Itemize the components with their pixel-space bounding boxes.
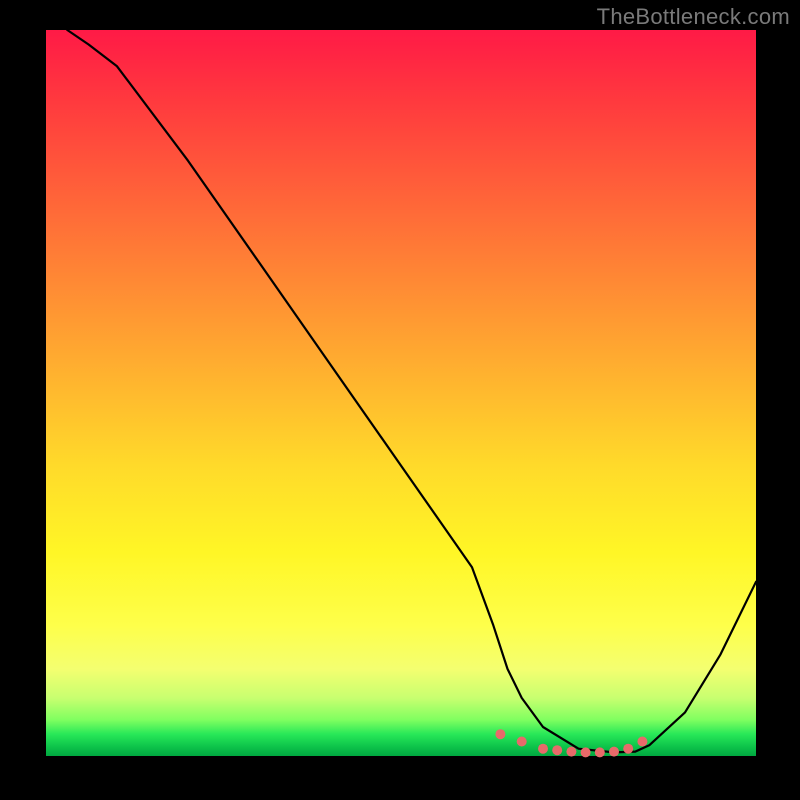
highlight-dot bbox=[623, 744, 633, 754]
highlight-dot bbox=[581, 747, 591, 757]
highlight-dot bbox=[552, 745, 562, 755]
highlight-dot bbox=[517, 737, 527, 747]
highlight-dot bbox=[495, 729, 505, 739]
watermark-text: TheBottleneck.com bbox=[597, 4, 790, 30]
highlight-dot bbox=[538, 744, 548, 754]
chart-frame: TheBottleneck.com bbox=[0, 0, 800, 800]
bottleneck-curve bbox=[67, 30, 756, 752]
highlight-dot bbox=[637, 737, 647, 747]
curve-svg bbox=[46, 30, 756, 756]
highlight-dot bbox=[609, 747, 619, 757]
highlight-dot bbox=[595, 747, 605, 757]
plot-area bbox=[46, 30, 756, 756]
highlight-dot bbox=[566, 747, 576, 757]
